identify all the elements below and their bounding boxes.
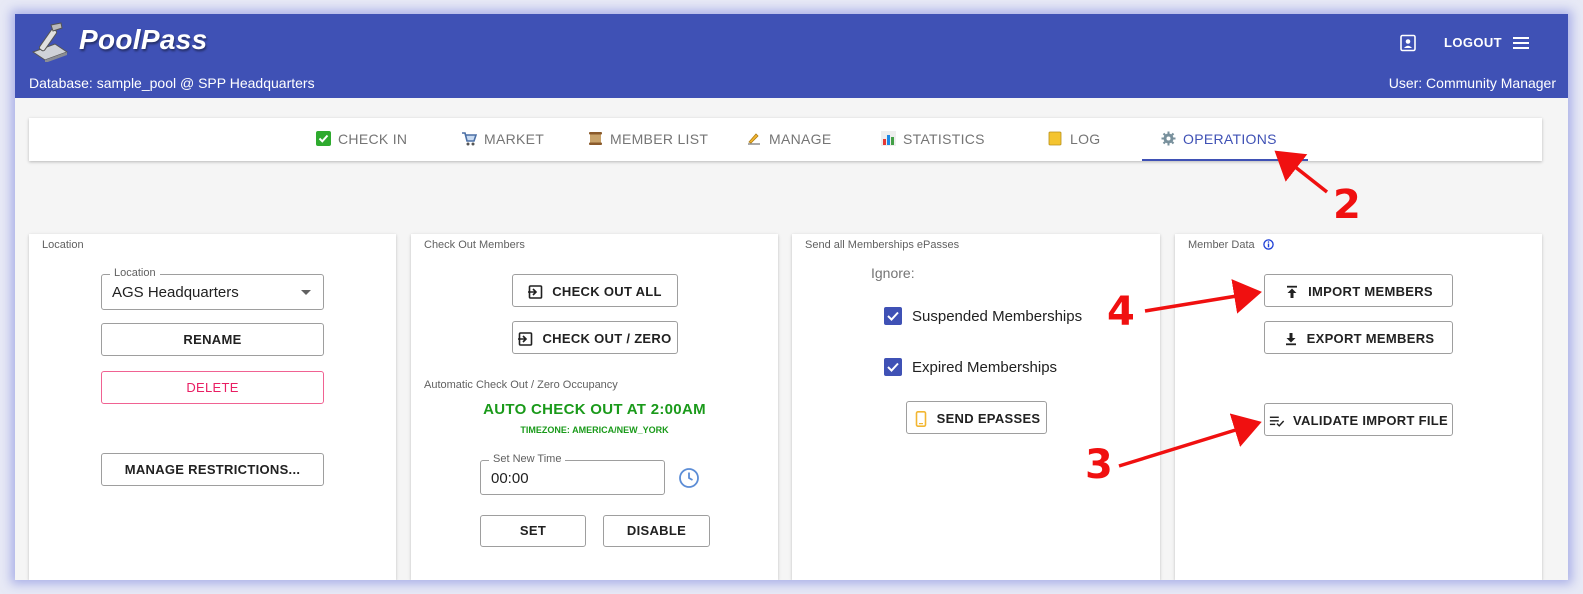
app-window: PoolPass Database: sample_pool @ SPP Hea… <box>15 14 1568 580</box>
arrow-to-import-members <box>1144 279 1262 314</box>
arrow-to-operations-tab <box>1274 150 1329 194</box>
annotation-arrows <box>1118 150 1329 468</box>
annotation-number-3: 3 <box>1085 442 1113 488</box>
arrow-to-validate-import <box>1118 413 1262 468</box>
annotation-number-2: 2 <box>1333 182 1361 228</box>
annotation-number-4: 4 <box>1107 289 1135 335</box>
